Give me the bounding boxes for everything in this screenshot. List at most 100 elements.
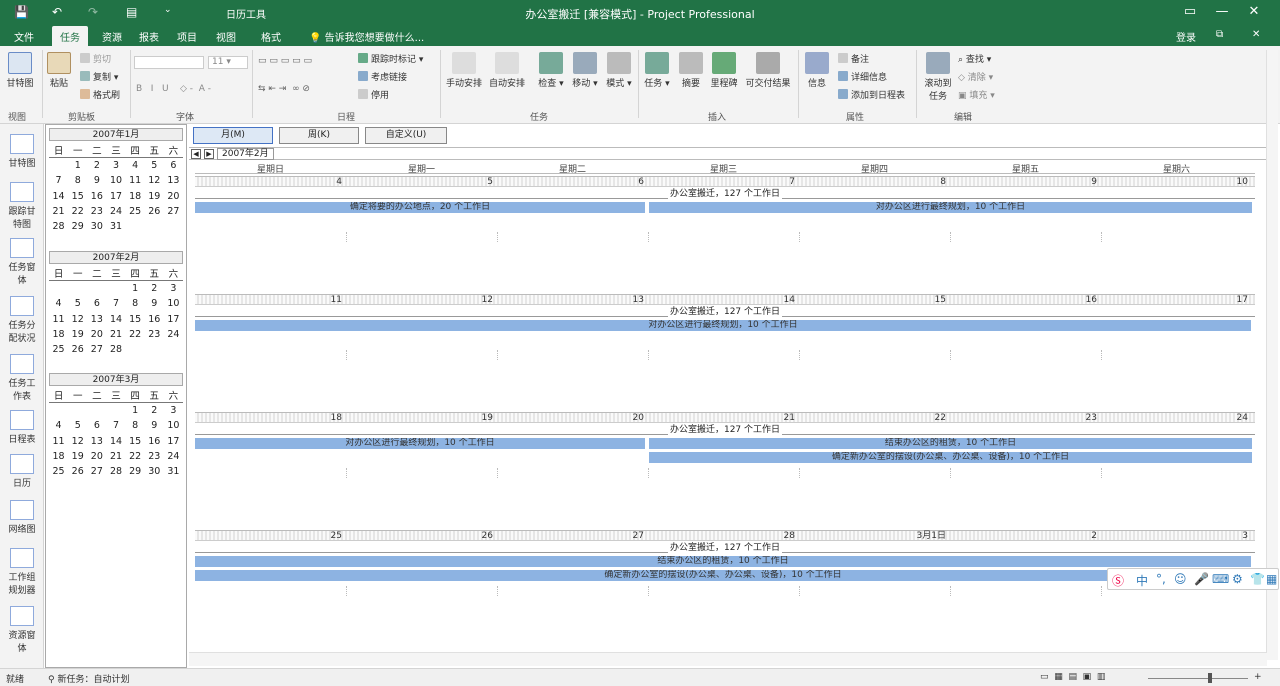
tab-file[interactable]: 文件 <box>14 29 34 44</box>
task-bar[interactable]: 对办公区进行最终规划，10 个工作日 <box>195 320 1251 331</box>
deliverable-button[interactable]: 可交付结果 <box>742 52 794 89</box>
minical-day[interactable]: 24 <box>106 204 125 219</box>
minical-day[interactable]: 25 <box>49 342 68 357</box>
minical-day[interactable]: 9 <box>87 173 106 188</box>
minical-day[interactable]: 14 <box>106 312 125 327</box>
minical-day[interactable]: 28 <box>106 342 125 357</box>
font-size-select[interactable]: 11 ▾ <box>208 56 248 69</box>
minical-day[interactable]: 7 <box>106 418 125 433</box>
minical-day[interactable]: 22 <box>68 204 87 219</box>
prev-month-button[interactable]: ◀ <box>191 149 201 159</box>
task-button[interactable]: 任务 ▾ <box>642 52 672 89</box>
date-number[interactable]: 24 <box>1101 413 1252 423</box>
minical-day[interactable]: 15 <box>126 434 145 449</box>
task-bar[interactable]: 确定新办公室的摆设(办公桌、办公桌、设备)，10 个工作日 <box>195 570 1251 581</box>
minical-day[interactable]: 17 <box>164 434 183 449</box>
minical-day[interactable]: 28 <box>49 219 68 234</box>
minical-day[interactable]: 13 <box>164 173 183 188</box>
summary-task-bar[interactable]: 办公室搬迁，127 个工作日 <box>195 307 1255 317</box>
minical-day[interactable]: 19 <box>68 327 87 342</box>
cut-button[interactable]: 剪切 <box>80 52 111 65</box>
view-task-usage[interactable]: 任务分 配状况 <box>2 296 42 344</box>
minical-day[interactable]: 7 <box>106 296 125 311</box>
scroll-to-task-button[interactable]: 滚动到 任务 <box>920 52 956 102</box>
minical-day[interactable]: 20 <box>87 327 106 342</box>
inspect-button[interactable]: 检查 ▾ <box>536 52 566 89</box>
minical-day[interactable]: 5 <box>68 296 87 311</box>
paste-button[interactable]: 粘贴 <box>44 52 74 89</box>
notes-button[interactable]: 备注 <box>838 52 869 65</box>
minical-day[interactable]: 18 <box>49 449 68 464</box>
ime-voice-icon[interactable]: 🎤 <box>1194 572 1209 586</box>
details-button[interactable]: 详细信息 <box>838 70 887 83</box>
minical-day[interactable]: 8 <box>68 173 87 188</box>
indent-link-buttons[interactable]: ⇆ ⇤ ⇥ ∞ ⊘ <box>258 84 310 94</box>
minical-day[interactable]: 27 <box>87 464 106 479</box>
summary-task-bar[interactable]: 办公室搬迁，127 个工作日 <box>195 189 1255 199</box>
minical-day[interactable]: 4 <box>49 296 68 311</box>
task-bar[interactable]: 结束办公区的租赁，10 个工作日 <box>649 438 1252 449</box>
manual-schedule-button[interactable]: 手动安排 <box>444 52 484 89</box>
clear-button[interactable]: ◇ 清除 ▾ <box>958 70 993 83</box>
date-number[interactable]: 18 <box>195 413 346 423</box>
minical-day[interactable]: 20 <box>164 189 183 204</box>
month-view-button[interactable]: 月(M) <box>193 127 273 144</box>
view-network-diagram[interactable]: 网络图 <box>2 500 42 535</box>
format-painter-button[interactable]: 格式刷 <box>80 88 120 101</box>
inactivate-button[interactable]: 停用 <box>358 88 389 101</box>
summary-task-bar[interactable]: 办公室搬迁，127 个工作日 <box>195 425 1255 435</box>
week-view-button[interactable]: 周(K) <box>279 127 359 144</box>
view-calendar[interactable]: 日历 <box>2 454 42 489</box>
date-number[interactable]: 21 <box>648 413 799 423</box>
restore-ribbon-icon[interactable]: ⧉ <box>1216 29 1223 40</box>
minical-day[interactable]: 23 <box>145 449 164 464</box>
percent-complete-buttons[interactable]: ▭ ▭ ▭ ▭ ▭ <box>258 56 312 66</box>
font-name-select[interactable] <box>134 56 204 69</box>
respect-links-button[interactable]: 考虑链接 <box>358 70 407 83</box>
date-number[interactable]: 23 <box>950 413 1101 423</box>
date-number[interactable]: 14 <box>648 295 799 305</box>
minical-day[interactable]: 11 <box>126 173 145 188</box>
close-doc-icon[interactable]: ✕ <box>1252 29 1260 40</box>
custom-view-button[interactable]: 自定义(U) <box>365 127 447 144</box>
date-number[interactable]: 26 <box>346 531 497 541</box>
date-number[interactable]: 13 <box>497 295 648 305</box>
view-gantt-chart[interactable]: 甘特图 <box>2 134 42 169</box>
minical-day[interactable]: 10 <box>164 418 183 433</box>
minical-day[interactable]: 3 <box>164 281 183 296</box>
tab-format[interactable]: 格式 <box>261 29 281 44</box>
date-number[interactable]: 28 <box>648 531 799 541</box>
date-number[interactable]: 16 <box>950 295 1101 305</box>
minical-day[interactable]: 29 <box>126 464 145 479</box>
minical-day[interactable]: 6 <box>164 158 183 173</box>
tell-me-box[interactable]: 💡 告诉我您想要做什么... <box>309 29 424 44</box>
minical-day[interactable]: 16 <box>145 312 164 327</box>
minical-day[interactable]: 26 <box>68 342 87 357</box>
auto-schedule-button[interactable]: 自动安排 <box>486 52 528 89</box>
date-number[interactable]: 9 <box>950 177 1101 187</box>
minical-day[interactable]: 11 <box>49 434 68 449</box>
task-bar[interactable]: 确定新办公室的摆设(办公桌、办公桌、设备)，10 个工作日 <box>649 452 1252 463</box>
date-number[interactable]: 10 <box>1101 177 1252 187</box>
new-tasks-mode[interactable]: ⚲ 新任务：自动计划 <box>48 672 129 685</box>
date-number[interactable]: 11 <box>195 295 346 305</box>
date-number[interactable]: 20 <box>497 413 648 423</box>
minical-day[interactable]: 1 <box>126 403 145 418</box>
task-bar[interactable]: 对办公区进行最终规划，10 个工作日 <box>195 438 645 449</box>
minical-day[interactable]: 12 <box>68 434 87 449</box>
tab-report[interactable]: 报表 <box>139 29 159 44</box>
date-number[interactable]: 15 <box>799 295 950 305</box>
minical-day[interactable]: 8 <box>126 418 145 433</box>
ime-emoji-icon[interactable]: ☺ <box>1174 572 1187 586</box>
tab-task[interactable]: 任务 <box>52 26 88 46</box>
minical-day[interactable]: 29 <box>68 219 87 234</box>
date-number[interactable]: 8 <box>799 177 950 187</box>
minical-day[interactable]: 17 <box>106 189 125 204</box>
ime-tools-icon[interactable]: ⚙ <box>1232 572 1243 586</box>
ime-chinese-icon[interactable]: 中 <box>1136 572 1148 589</box>
view-shortcut-icons[interactable]: ▭ ▦ ▤ ▣ ▥ <box>1040 672 1105 682</box>
minical-day[interactable]: 26 <box>68 464 87 479</box>
ime-punct-icon[interactable]: °, <box>1156 572 1166 586</box>
minical-day[interactable]: 31 <box>106 219 125 234</box>
minical-day[interactable]: 2 <box>145 403 164 418</box>
